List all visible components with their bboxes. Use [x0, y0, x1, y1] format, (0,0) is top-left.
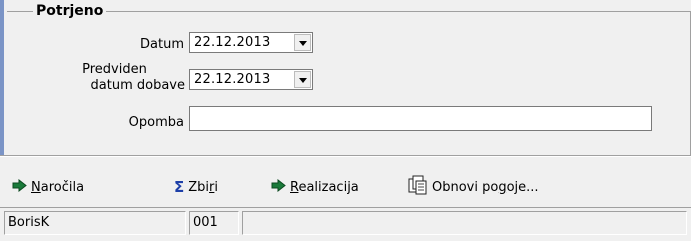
predviden-datum-combobox[interactable]: 22.12.2013: [189, 69, 313, 90]
obnovi-label-rest: oje...: [506, 179, 539, 195]
datum-dropdown-button[interactable]: [294, 34, 311, 51]
datum-value: 22.12.2013: [194, 35, 271, 50]
arrow-right-icon: [12, 178, 27, 196]
zbiri-label-pre: Zbi: [188, 179, 210, 195]
zbiri-label-rest: i: [214, 179, 219, 195]
action-toolbar: Naročila Σ Zbiri Realizacija Obnovi pogo…: [0, 157, 691, 207]
opomba-label: Opomba: [128, 115, 184, 130]
status-bar: BorisK 001: [0, 207, 691, 241]
narocila-label: aročila: [40, 179, 85, 195]
window-left-edge: [0, 0, 4, 155]
arrow-right-icon: [271, 178, 286, 196]
zbiri-button[interactable]: Σ Zbiri: [174, 177, 218, 197]
documents-icon: [408, 175, 428, 199]
status-user: BorisK: [4, 211, 186, 235]
datum-label: Datum: [140, 37, 184, 52]
predviden-label-line2: datum dobave: [90, 78, 185, 93]
narocila-button[interactable]: Naročila: [12, 177, 84, 197]
status-code: 001: [189, 211, 239, 235]
status-info: [242, 211, 687, 235]
predviden-label-line1: Predviden: [82, 62, 147, 77]
obnovi-label-pre: Obnovi po: [432, 179, 499, 195]
sigma-icon: Σ: [174, 177, 185, 196]
realizacija-label: ealizacija: [298, 179, 359, 195]
opomba-input[interactable]: [189, 106, 652, 131]
predviden-datum-value: 22.12.2013: [194, 72, 271, 87]
narocila-accel: N: [31, 179, 41, 195]
realizacija-button[interactable]: Realizacija: [271, 177, 359, 197]
obnovi-accel: g: [498, 179, 507, 195]
group-title: Potrjeno: [33, 3, 107, 19]
predviden-dropdown-button[interactable]: [294, 71, 311, 88]
obnovi-pogoje-button[interactable]: Obnovi pogoje...: [408, 175, 539, 199]
datum-combobox[interactable]: 22.12.2013: [189, 32, 313, 53]
